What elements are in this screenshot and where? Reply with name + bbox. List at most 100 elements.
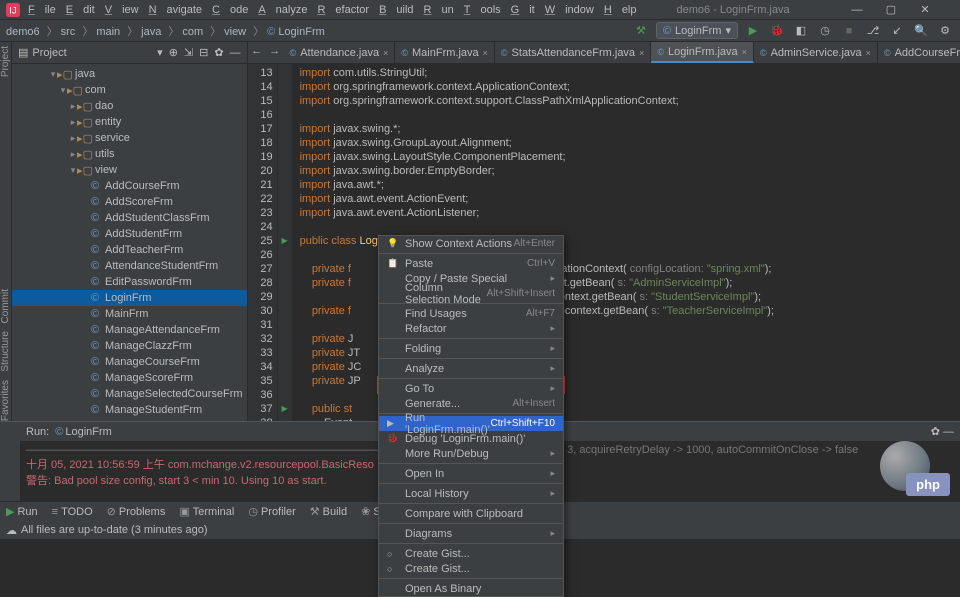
- tree-item-AddStudentClassFrm[interactable]: ©AddStudentClassFrm: [12, 210, 247, 226]
- editor-tab[interactable]: ©AddCourseFrm.java×: [878, 42, 960, 63]
- tree-item-AddScoreFrm[interactable]: ©AddScoreFrm: [12, 194, 247, 210]
- menu-item[interactable]: Generate...Alt+Insert: [379, 396, 563, 411]
- tree-item-AddStudentFrm[interactable]: ©AddStudentFrm: [12, 226, 247, 242]
- menu-item[interactable]: Local History▸: [379, 486, 563, 501]
- project-tree[interactable]: ▾▸▢java▾▸▢com▸▸▢dao▸▸▢entity▸▸▢service▸▸…: [12, 64, 247, 421]
- tree-item-ManageCourseFrm[interactable]: ©ManageCourseFrm: [12, 354, 247, 370]
- menu-item[interactable]: ○Create Gist...: [379, 546, 563, 561]
- tree-item-entity[interactable]: ▸▸▢entity: [12, 114, 247, 130]
- tree-item-LoginFrm[interactable]: ©LoginFrm: [12, 290, 247, 306]
- tool-run[interactable]: ▶Run: [6, 505, 38, 518]
- menu-build[interactable]: Build: [379, 4, 413, 16]
- maximize-button[interactable]: ▢: [882, 1, 900, 19]
- git-update-button[interactable]: ↙: [888, 22, 906, 40]
- settings-button[interactable]: ⚙: [936, 22, 954, 40]
- tree-item-com[interactable]: ▾▸▢com: [12, 82, 247, 98]
- tree-item-utils[interactable]: ▸▸▢utils: [12, 146, 247, 162]
- editor-context-menu[interactable]: 💡Show Context ActionsAlt+Enter 📋PasteCtrl…: [378, 235, 564, 597]
- tool-profiler[interactable]: ◷ Profiler: [248, 505, 295, 518]
- close-button[interactable]: ✕: [916, 1, 934, 19]
- tree-item-MainFrm[interactable]: ©MainFrm: [12, 306, 247, 322]
- tree-item-AddTeacherFrm[interactable]: ©AddTeacherFrm: [12, 242, 247, 258]
- menu-item[interactable]: Compare with Clipboard: [379, 506, 563, 521]
- menu-view[interactable]: View: [105, 4, 139, 16]
- tool-favorites[interactable]: Favorites: [0, 380, 11, 421]
- menu-window[interactable]: Window: [545, 4, 594, 16]
- tree-item-ManageScoreFrm[interactable]: ©ManageScoreFrm: [12, 370, 247, 386]
- menu-item[interactable]: Folding▸: [379, 341, 563, 356]
- menu-help[interactable]: Help: [604, 4, 637, 16]
- tool-todo[interactable]: ≡ TODO: [52, 506, 93, 518]
- menu-item[interactable]: ○Create Gist...: [379, 561, 563, 576]
- close-tab-icon[interactable]: ×: [742, 47, 747, 57]
- close-tab-icon[interactable]: ×: [639, 48, 644, 58]
- editor-tab[interactable]: ©LoginFrm.java×: [651, 42, 754, 63]
- menu-item[interactable]: 📋PasteCtrl+V: [379, 256, 563, 271]
- menu-item[interactable]: Analyze▸: [379, 361, 563, 376]
- coverage-button[interactable]: ◧: [792, 22, 810, 40]
- code-editor[interactable]: 1314151617181920212223242526272829303132…: [248, 64, 960, 421]
- tree-item-view[interactable]: ▾▸▢view: [12, 162, 247, 178]
- tree-item-ManageStudentFrm[interactable]: ©ManageStudentFrm: [12, 402, 247, 418]
- git-branch-button[interactable]: ⎇: [864, 22, 882, 40]
- tree-item-ManageAttendanceFrm[interactable]: ©ManageAttendanceFrm: [12, 322, 247, 338]
- menu-file[interactable]: File: [28, 4, 56, 16]
- breadcrumb-item[interactable]: main: [96, 26, 120, 38]
- run-button[interactable]: ▶: [744, 22, 762, 40]
- tree-item-ManageSelectedCourseFrm[interactable]: ©ManageSelectedCourseFrm: [12, 386, 247, 402]
- breadcrumb-item[interactable]: demo6: [6, 26, 40, 38]
- menu-item[interactable]: Find UsagesAlt+F7: [379, 306, 563, 321]
- menu-item[interactable]: Column Selection ModeAlt+Shift+Insert: [379, 286, 563, 301]
- menu-item[interactable]: Diagrams▸: [379, 526, 563, 541]
- menu-code[interactable]: Code: [212, 4, 248, 16]
- stop-button[interactable]: ■: [840, 22, 858, 40]
- tree-item-java[interactable]: ▾▸▢java: [12, 66, 247, 82]
- editor-tab[interactable]: ©AdminService.java×: [754, 42, 878, 63]
- close-tab-icon[interactable]: ×: [383, 48, 388, 58]
- close-tab-icon[interactable]: ×: [483, 48, 488, 58]
- tree-item-dao[interactable]: ▸▸▢dao: [12, 98, 247, 114]
- menu-item[interactable]: 💡Show Context ActionsAlt+Enter: [379, 236, 563, 251]
- expand-button[interactable]: ⇲: [184, 46, 193, 59]
- menu-tools[interactable]: Tools: [464, 4, 501, 16]
- profile-button[interactable]: ◷: [816, 22, 834, 40]
- tool-commit[interactable]: Commit: [0, 289, 11, 323]
- breadcrumb-item[interactable]: src: [61, 26, 76, 38]
- tree-item-AttendanceStudentFrm[interactable]: ©AttendanceStudentFrm: [12, 258, 247, 274]
- minimize-button[interactable]: —: [848, 1, 866, 19]
- tool-terminal[interactable]: ▣ Terminal: [179, 505, 234, 518]
- breadcrumb-item[interactable]: view: [224, 26, 246, 38]
- menu-analyze[interactable]: Analyze: [258, 4, 307, 16]
- search-button[interactable]: 🔍: [912, 22, 930, 40]
- run-config-selector[interactable]: © LoginFrm ▾: [656, 22, 738, 39]
- breadcrumb-item[interactable]: © LoginFrm: [267, 26, 325, 38]
- tool-structure[interactable]: Structure: [0, 331, 11, 372]
- build-button[interactable]: ⚒: [632, 22, 650, 40]
- tool-project[interactable]: Project: [0, 46, 11, 77]
- menu-item[interactable]: 🐞Debug 'LoginFrm.main()': [379, 431, 563, 446]
- menu-navigate[interactable]: Navigate: [149, 4, 202, 16]
- debug-button[interactable]: 🐞: [768, 22, 786, 40]
- tool-problems[interactable]: ⊘ Problems: [107, 505, 166, 518]
- run-settings-button[interactable]: ✿ —: [931, 425, 954, 438]
- chevron-down-icon[interactable]: ▾: [157, 46, 163, 59]
- hide-button[interactable]: —: [230, 47, 241, 59]
- breadcrumb-item[interactable]: java: [141, 26, 161, 38]
- editor-tab[interactable]: ©Attendance.java×: [284, 42, 396, 63]
- tool-build[interactable]: ⚒ Build: [310, 505, 347, 518]
- tabs-back[interactable]: ←: [248, 42, 266, 60]
- menu-git[interactable]: Git: [511, 4, 535, 16]
- collapse-button[interactable]: ⊟: [199, 46, 208, 59]
- breadcrumb-item[interactable]: com: [182, 26, 203, 38]
- settings-icon[interactable]: ✿: [214, 46, 223, 59]
- menu-item[interactable]: Open In▸: [379, 466, 563, 481]
- menu-item[interactable]: Refactor▸: [379, 321, 563, 336]
- tree-item-EditPasswordFrm[interactable]: ©EditPasswordFrm: [12, 274, 247, 290]
- editor-tab[interactable]: ©StatsAttendanceFrm.java×: [495, 42, 651, 63]
- menu-run[interactable]: Run: [424, 4, 454, 16]
- menu-item[interactable]: Open As Binary: [379, 581, 563, 596]
- menu-edit[interactable]: Edit: [66, 4, 95, 16]
- select-opened-button[interactable]: ⊕: [169, 46, 178, 59]
- tree-item-service[interactable]: ▸▸▢service: [12, 130, 247, 146]
- close-tab-icon[interactable]: ×: [866, 48, 871, 58]
